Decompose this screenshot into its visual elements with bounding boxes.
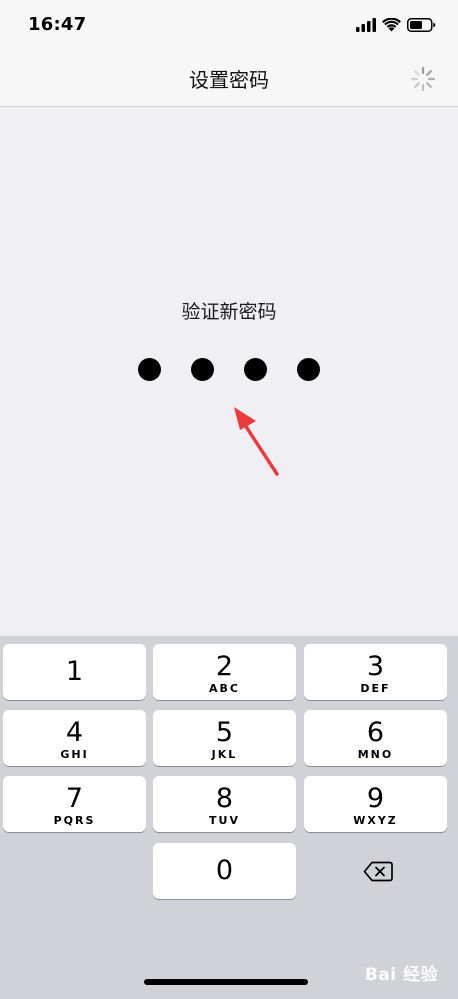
- passcode-dot-filled: [191, 358, 214, 381]
- status-time: 16:47: [28, 14, 87, 35]
- delete-button[interactable]: [306, 843, 449, 899]
- key-8[interactable]: 8 TUV: [153, 776, 296, 832]
- passcode-area: 验证新密码: [0, 107, 458, 636]
- wifi-icon: [382, 18, 401, 32]
- home-indicator[interactable]: [144, 979, 308, 985]
- key-6[interactable]: 6 MNO: [304, 710, 447, 766]
- key-3[interactable]: 3 DEF: [304, 644, 447, 700]
- passcode-prompt: 验证新密码: [181, 301, 277, 323]
- navigation-bar: 设置密码: [0, 50, 458, 107]
- key-1[interactable]: 1: [3, 644, 146, 700]
- passcode-dots: [0, 358, 458, 381]
- numeric-keypad: 1 2 ABC 3 DEF 4 GHI 5 JKL 6 MNO 7 PQRS 8…: [0, 636, 458, 999]
- passcode-dot-filled: [297, 358, 320, 381]
- loading-spinner-icon: [410, 66, 436, 92]
- key-7[interactable]: 7 PQRS: [3, 776, 146, 832]
- red-arrow-icon: [234, 407, 279, 476]
- key-4[interactable]: 4 GHI: [3, 710, 146, 766]
- passcode-dot-filled: [138, 358, 161, 381]
- status-bar: 16:47: [0, 0, 458, 50]
- key-5[interactable]: 5 JKL: [153, 710, 296, 766]
- key-0[interactable]: 0: [153, 843, 296, 899]
- key-9[interactable]: 9 WXYZ: [304, 776, 447, 832]
- backspace-icon: [363, 861, 393, 881]
- page-title: 设置密码: [189, 68, 269, 92]
- watermark-logo: Bai 经验: [364, 965, 438, 985]
- key-2[interactable]: 2 ABC: [153, 644, 296, 700]
- status-icons: [356, 14, 436, 36]
- signal-icon: [356, 18, 376, 32]
- battery-icon: [407, 18, 436, 32]
- passcode-dot-filled: [244, 358, 267, 381]
